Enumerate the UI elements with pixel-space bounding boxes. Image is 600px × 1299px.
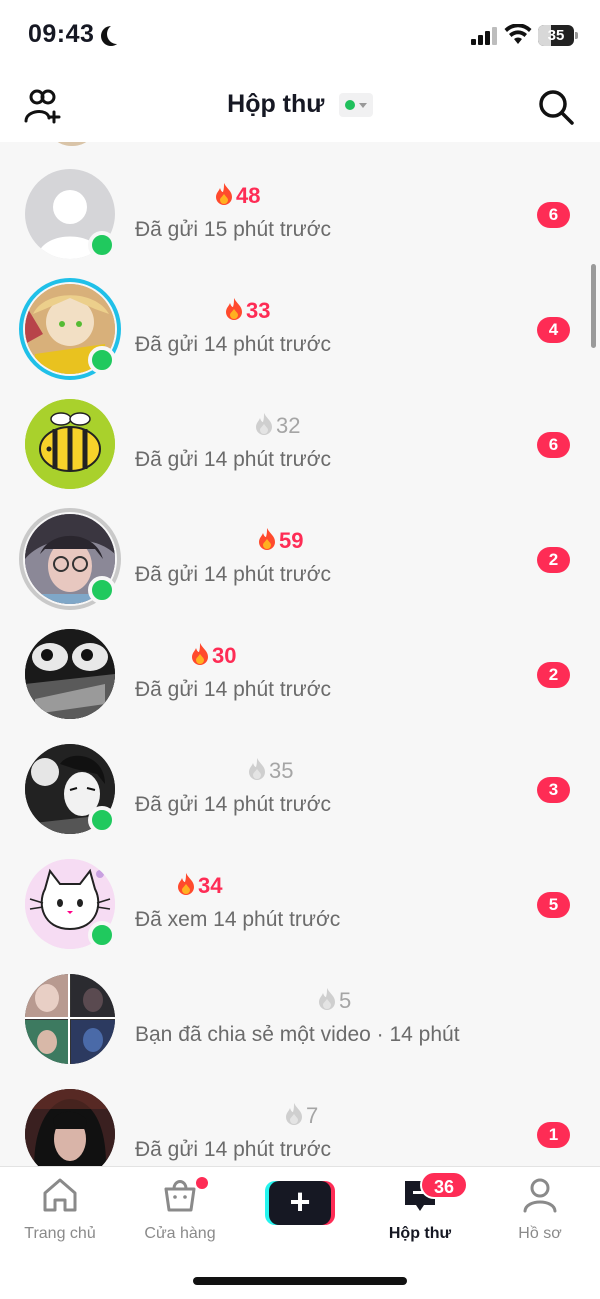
conversation-row[interactable]: 48 Đã gửi 15 phút trước 6 (0, 142, 600, 259)
avatar (25, 629, 115, 719)
streak-count: 59 (257, 527, 303, 553)
streak-value: 7 (306, 1103, 319, 1128)
unread-badge: 4 (537, 317, 570, 343)
cellular-signal-icon (471, 27, 497, 45)
online-indicator (88, 346, 116, 374)
profile-icon (523, 1178, 557, 1213)
streak-value: 35 (269, 758, 294, 783)
conversation-row[interactable]: 35 Đã gửi 14 phút trước 3 (0, 717, 600, 834)
unread-badge: 1 (537, 1122, 570, 1148)
nav-shop[interactable]: Cửa hàng (120, 1175, 240, 1245)
shopping-bag-icon (164, 1180, 196, 1212)
flame-icon (192, 643, 208, 665)
page-title: Hộp thư (227, 90, 325, 118)
conversation-row[interactable]: 7 Đã gửi 14 phút trước 1 (0, 1062, 600, 1166)
message-status: Đã gửi 14 phút trước (135, 333, 331, 356)
streak-value: 34 (198, 873, 223, 898)
battery-indicator: 35 (538, 25, 578, 46)
streak-count: 7 (284, 1102, 318, 1128)
streak-value: 30 (212, 643, 237, 668)
unread-badge: 2 (537, 547, 570, 573)
message-status: Đã xem 14 phút trước (135, 908, 341, 931)
moon-icon (107, 24, 127, 44)
streak-count: 32 (254, 412, 300, 438)
message-status: Bạn đã chia sẻ một video · 14 phút (135, 1023, 460, 1046)
streak-value: 33 (246, 298, 271, 323)
streak-value: 5 (339, 988, 352, 1013)
flame-icon (319, 988, 335, 1010)
create-button[interactable]: + (265, 1181, 335, 1225)
inbox-unread-badge: 36 (420, 1171, 469, 1199)
flame-icon (249, 758, 265, 780)
message-status: Đã gửi 14 phút trước (135, 678, 331, 701)
status-time: 09:43 (28, 20, 95, 48)
unread-badge: 3 (537, 777, 570, 803)
wifi-icon (504, 24, 532, 44)
online-status-toggle[interactable] (338, 92, 373, 117)
status-bar: 09:43 35 (0, 0, 600, 70)
notification-dot (196, 1177, 208, 1189)
flame-icon (259, 528, 275, 550)
avatar (25, 974, 115, 1064)
home-indicator (193, 1277, 407, 1285)
conversation-row[interactable]: 34 Đã xem 14 phút trước 5 (0, 832, 600, 949)
streak-count: 33 (224, 297, 270, 323)
nav-profile[interactable]: Hồ sơ (480, 1175, 600, 1245)
streak-value: 48 (236, 183, 261, 208)
flame-icon (178, 873, 194, 895)
plus-icon: + (269, 1181, 331, 1225)
flame-icon (256, 413, 272, 435)
streak-count: 35 (247, 757, 293, 783)
online-indicator (88, 806, 116, 834)
online-dot (344, 99, 355, 110)
nav-profile-label: Hồ sơ (518, 1225, 562, 1242)
message-status: Đã gửi 14 phút trước (135, 448, 331, 471)
online-indicator (88, 576, 116, 604)
flame-icon (226, 298, 242, 320)
battery-level: 35 (547, 27, 565, 44)
conversation-row[interactable]: 32 Đã gửi 14 phút trước 6 (0, 372, 600, 489)
home-icon (43, 1178, 77, 1212)
avatar (25, 399, 115, 489)
conversation-list[interactable]: 48 Đã gửi 15 phút trước 6 33 Đã gửi 14 p… (0, 142, 600, 1166)
online-indicator (88, 231, 116, 259)
nav-home-label: Trang chủ (24, 1225, 96, 1242)
conversation-row[interactable]: 59 Đã gửi 14 phút trước 2 (0, 487, 600, 610)
bottom-nav: Trang chủ Cửa hàng + Hộp thư 36 Hồ sơ (0, 1166, 600, 1299)
streak-value: 32 (276, 413, 301, 438)
message-status: Đã gửi 14 phút trước (135, 563, 331, 586)
message-status: Đã gửi 15 phút trước (135, 218, 331, 241)
conversation-row[interactable]: 5 Bạn đã chia sẻ một video · 14 phút (0, 947, 600, 1064)
unread-badge: 6 (537, 432, 570, 458)
message-status: Đã gửi 14 phút trước (135, 793, 331, 816)
streak-count: 30 (190, 642, 236, 668)
unread-badge: 6 (537, 202, 570, 228)
streak-count: 34 (176, 872, 222, 898)
streak-count: 48 (214, 182, 260, 208)
avatar (25, 1089, 115, 1166)
streak-count: 5 (317, 987, 351, 1013)
nav-shop-label: Cửa hàng (144, 1225, 216, 1242)
online-indicator (88, 921, 116, 949)
scrollbar[interactable] (591, 264, 596, 348)
conversation-row[interactable]: 30 Đã gửi 14 phút trước 2 (0, 602, 600, 719)
header-title-wrap: Hộp thư (0, 90, 600, 119)
search-icon[interactable] (537, 88, 575, 126)
inbox-header: Hộp thư (0, 70, 600, 142)
unread-badge: 2 (537, 662, 570, 688)
message-status: Đã gửi 14 phút trước (135, 1138, 331, 1161)
chevron-down-icon (358, 102, 367, 108)
conversation-row[interactable]: 33 Đã gửi 14 phút trước 4 (0, 257, 600, 380)
flame-icon (216, 183, 232, 205)
flame-icon (286, 1103, 302, 1125)
unread-badge: 5 (537, 892, 570, 918)
streak-value: 59 (279, 528, 304, 553)
nav-inbox-label: Hộp thư (388, 1225, 452, 1242)
nav-home[interactable]: Trang chủ (0, 1175, 120, 1245)
